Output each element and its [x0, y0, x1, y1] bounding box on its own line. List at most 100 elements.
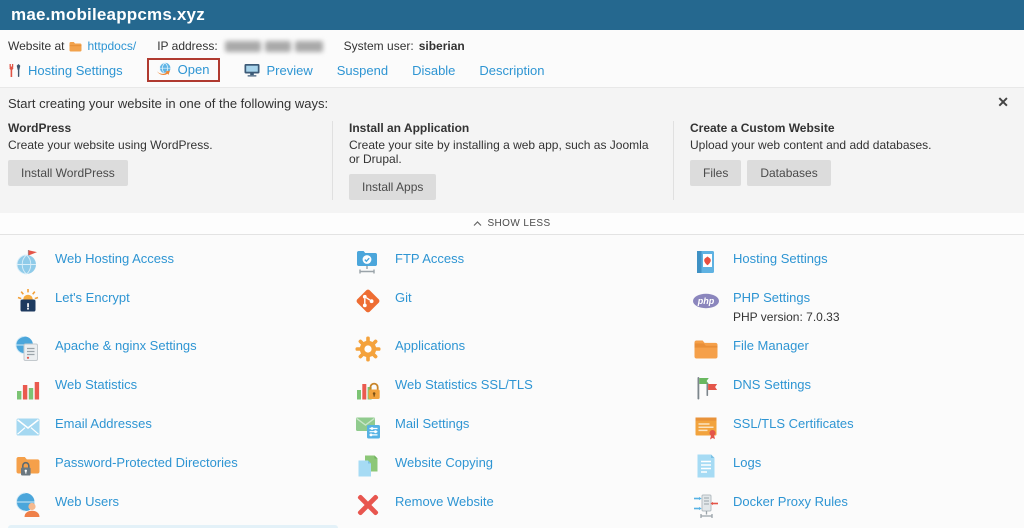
- feature-link-dns-settings[interactable]: DNS Settings: [733, 377, 811, 392]
- feature-sub-php-settings: PHP version: 7.0.33: [733, 310, 840, 324]
- folder-small-icon: [69, 41, 82, 52]
- feature-link-email-addresses[interactable]: Email Addresses: [55, 416, 152, 431]
- docker-proxy-icon[interactable]: [692, 491, 720, 519]
- httpdocs-link[interactable]: httpdocs/: [87, 39, 136, 53]
- feature-link-git[interactable]: Git: [395, 290, 412, 305]
- feature-link-ftp-access[interactable]: FTP Access: [395, 251, 464, 266]
- feature-item-dns-settings: DNS Settings: [686, 369, 1024, 408]
- log-file-icon[interactable]: [692, 452, 720, 480]
- tools-icon: [8, 63, 22, 78]
- hosting-settings-icon[interactable]: [692, 248, 720, 276]
- ftp-folder-icon[interactable]: [354, 248, 382, 276]
- toolbar-description[interactable]: Description: [479, 63, 544, 78]
- bar-chart-lock-icon[interactable]: [354, 374, 382, 402]
- globe-user-icon[interactable]: [14, 491, 42, 519]
- feature-item-web-hosting-access: Web Hosting Access: [8, 243, 348, 282]
- feature-item-web-users: Web Users: [8, 486, 348, 525]
- feature-item-mail-settings: Mail Settings: [348, 408, 686, 447]
- copy-docs-icon[interactable]: [354, 452, 382, 480]
- feature-text: Apache & nginx Settings: [55, 335, 197, 355]
- feature-link-web-statistics-ssl-tls[interactable]: Web Statistics SSL/TLS: [395, 377, 533, 392]
- feature-link-hosting-settings[interactable]: Hosting Settings: [733, 251, 828, 266]
- feature-text: Hosting Settings: [733, 248, 828, 268]
- feature-link-apache-nginx-settings[interactable]: Apache & nginx Settings: [55, 338, 197, 353]
- feature-link-logs[interactable]: Logs: [733, 455, 761, 470]
- php-icon[interactable]: php: [692, 287, 720, 315]
- feature-item-apache-nginx-settings: Apache & nginx Settings: [8, 330, 348, 369]
- envelope-icon[interactable]: [14, 413, 42, 441]
- folder-icon[interactable]: [692, 335, 720, 363]
- feature-link-docker-proxy-rules[interactable]: Docker Proxy Rules: [733, 494, 848, 509]
- show-less-label: SHOW LESS: [487, 218, 550, 229]
- feature-item-applications: Applications: [348, 330, 686, 369]
- ip-address-label: IP address:: [157, 39, 217, 53]
- feature-item-password-protected-directories: Password-Protected Directories: [8, 447, 348, 486]
- feature-item-php-settings: php PHP Settings PHP version: 7.0.33: [686, 282, 1024, 330]
- toolbar-open-label: Open: [178, 62, 210, 77]
- feature-link-web-users[interactable]: Web Users: [55, 494, 119, 509]
- toolbar-suspend[interactable]: Suspend: [337, 63, 388, 78]
- toolbar-hosting-settings[interactable]: Hosting Settings: [8, 63, 123, 78]
- toolbar-open[interactable]: Open: [156, 62, 210, 77]
- feature-link-let-s-encrypt[interactable]: Let's Encrypt: [55, 290, 130, 305]
- files-button[interactable]: Files: [690, 160, 741, 186]
- feature-text: Web Users: [55, 491, 119, 511]
- option-wordpress: WordPress Create your website using Word…: [8, 121, 332, 200]
- open-annotation-box: Open: [147, 58, 221, 82]
- toolbar-disable[interactable]: Disable: [412, 63, 455, 78]
- flags-icon[interactable]: [692, 374, 720, 402]
- toolbar-preview-label: Preview: [266, 63, 312, 78]
- remove-x-icon[interactable]: [354, 491, 382, 519]
- feature-grid: Web Hosting Access FTP Access Hosting Sett…: [0, 235, 1024, 528]
- feature-text: PHP Settings PHP version: 7.0.33: [733, 287, 840, 324]
- gear-icon[interactable]: [354, 335, 382, 363]
- feature-link-file-manager[interactable]: File Manager: [733, 338, 809, 353]
- feature-text: Web Hosting Access: [55, 248, 174, 268]
- close-icon[interactable]: ✕: [997, 95, 1009, 109]
- feature-link-web-statistics[interactable]: Web Statistics: [55, 377, 137, 392]
- feature-item-file-manager: File Manager: [686, 330, 1024, 369]
- feature-link-mail-settings[interactable]: Mail Settings: [395, 416, 469, 431]
- feature-text: Docker Proxy Rules: [733, 491, 848, 511]
- feature-link-website-copying[interactable]: Website Copying: [395, 455, 493, 470]
- ip-address-group: IP address:: [157, 39, 322, 53]
- monitor-icon: [244, 63, 260, 77]
- getting-started-panel: Start creating your website in one of th…: [0, 87, 1024, 213]
- feature-item-hosting-settings: Hosting Settings: [686, 243, 1024, 282]
- feature-link-applications[interactable]: Applications: [395, 338, 465, 353]
- action-toolbar: Hosting Settings Open Preview Suspend Di…: [0, 56, 1024, 87]
- option-custom-website: Create a Custom Website Upload your web …: [673, 121, 1014, 200]
- lets-encrypt-icon[interactable]: [14, 287, 42, 315]
- plesk-domain-page: mae.mobileappcms.xyz Website at httpdocs…: [0, 0, 1024, 528]
- feature-text: FTP Access: [395, 248, 464, 268]
- option-install-application-title: Install an Application: [349, 121, 651, 135]
- domain-header: mae.mobileappcms.xyz: [0, 0, 1024, 30]
- folder-lock-icon[interactable]: [14, 452, 42, 480]
- globe-flag-icon[interactable]: [14, 248, 42, 276]
- show-less-toggle[interactable]: SHOW LESS: [0, 213, 1024, 235]
- feature-item-email-addresses: Email Addresses: [8, 408, 348, 447]
- install-wordpress-button[interactable]: Install WordPress: [8, 160, 128, 186]
- getting-started-columns: WordPress Create your website using Word…: [8, 121, 1014, 200]
- certificate-icon[interactable]: [692, 413, 720, 441]
- databases-button[interactable]: Databases: [747, 160, 830, 186]
- feature-link-ssl-tls-certificates[interactable]: SSL/TLS Certificates: [733, 416, 854, 431]
- feature-item-website-copying: Website Copying: [348, 447, 686, 486]
- toolbar-preview[interactable]: Preview: [244, 63, 312, 78]
- option-wordpress-description: Create your website using WordPress.: [8, 138, 310, 152]
- info-bar: Website at httpdocs/ IP address: System …: [0, 30, 1024, 56]
- feature-text: Logs: [733, 452, 761, 472]
- install-apps-button[interactable]: Install Apps: [349, 174, 436, 200]
- bar-chart-icon[interactable]: [14, 374, 42, 402]
- feature-text: Mail Settings: [395, 413, 469, 433]
- option-wordpress-title: WordPress: [8, 121, 310, 135]
- feature-link-php-settings[interactable]: PHP Settings: [733, 290, 810, 305]
- toolbar-description-label: Description: [479, 63, 544, 78]
- feature-link-remove-website[interactable]: Remove Website: [395, 494, 494, 509]
- apache-nginx-icon[interactable]: [14, 335, 42, 363]
- feature-link-password-protected-directories[interactable]: Password-Protected Directories: [55, 455, 238, 470]
- mail-settings-icon[interactable]: [354, 413, 382, 441]
- feature-link-web-hosting-access[interactable]: Web Hosting Access: [55, 251, 174, 266]
- git-icon[interactable]: [354, 287, 382, 315]
- feature-item-logs: Logs: [686, 447, 1024, 486]
